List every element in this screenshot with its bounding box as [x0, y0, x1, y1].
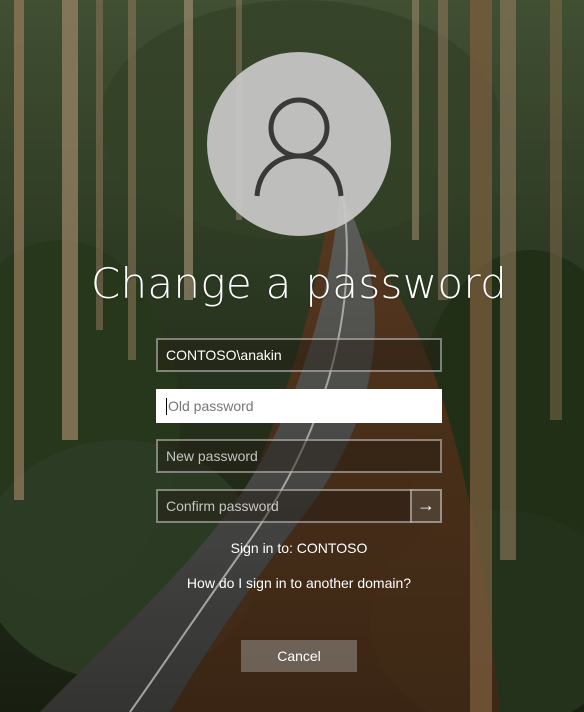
old-password-placeholder: Old password	[168, 398, 254, 414]
sign-in-domain-text: Sign in to: CONTOSO	[230, 540, 368, 556]
user-avatar	[207, 52, 391, 236]
other-domain-link[interactable]: How do I sign in to another domain?	[0, 575, 584, 591]
confirm-password-placeholder: Confirm password	[166, 498, 279, 514]
cancel-button[interactable]: Cancel	[241, 640, 357, 672]
confirm-password-field[interactable]: Confirm password	[156, 489, 412, 523]
username-value: CONTOSO\anakin	[166, 347, 282, 363]
text-caret	[166, 397, 167, 415]
lock-screen: Change a password CONTOSO\anakin Old pas…	[0, 0, 584, 712]
page-title: Change a password	[90, 259, 508, 308]
arrow-right-icon: →	[417, 495, 435, 515]
user-icon	[254, 97, 344, 197]
new-password-field[interactable]: New password	[156, 439, 442, 473]
old-password-field[interactable]: Old password	[156, 389, 442, 423]
new-password-placeholder: New password	[166, 448, 258, 464]
username-field[interactable]: CONTOSO\anakin	[156, 338, 442, 372]
submit-button[interactable]: →	[410, 489, 442, 523]
